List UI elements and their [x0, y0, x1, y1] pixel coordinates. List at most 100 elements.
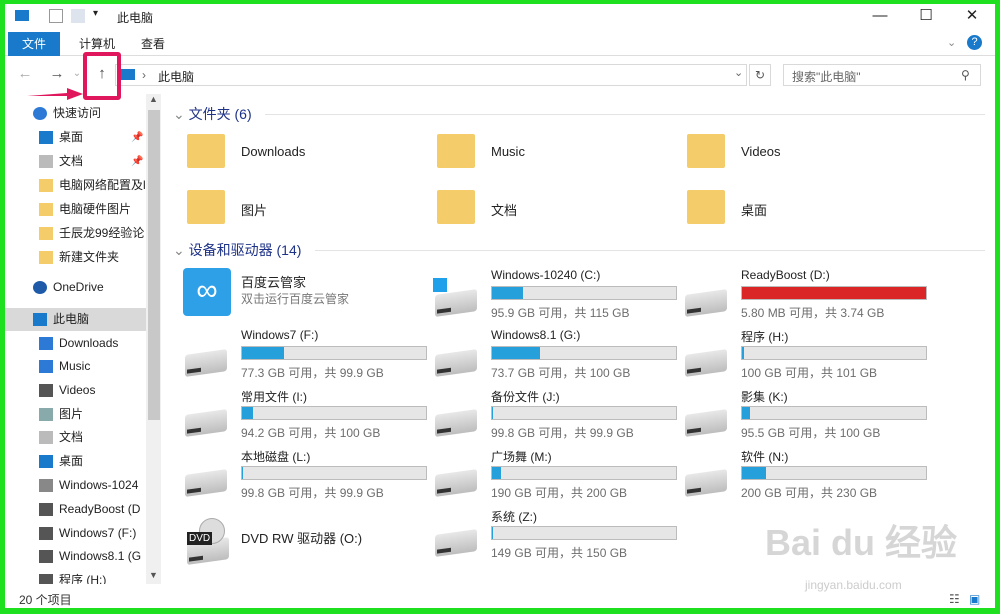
details-view-icon[interactable]: ☷: [949, 592, 960, 606]
customize-quick-access-icon[interactable]: ▾: [93, 8, 98, 19]
properties-icon[interactable]: [49, 9, 63, 23]
sidebar-item[interactable]: 文档 📌: [5, 150, 147, 173]
drive-usage-fill: [742, 467, 766, 479]
sidebar-scroll-thumb[interactable]: [148, 110, 160, 420]
hard-drive-icon: [185, 409, 227, 437]
recent-locations-button[interactable]: ⌄: [71, 64, 83, 84]
maximize-button[interactable]: ☐: [903, 4, 949, 30]
ribbon-tabs: 文件 计算机 查看 ⌄ ?: [5, 32, 995, 56]
sidebar-item[interactable]: ReadyBoost (D: [5, 498, 147, 521]
baidu-cloud-name: 百度云管家: [241, 275, 307, 290]
title-bar: ▾ 此电脑 — ☐ ✕: [5, 4, 995, 30]
computer-icon: [119, 69, 135, 80]
sidebar-item[interactable]: Videos: [5, 379, 147, 402]
tab-view[interactable]: 查看: [127, 32, 179, 56]
devices-group-header[interactable]: ⌄ 设备和驱动器 (14): [173, 240, 301, 260]
sidebar-item[interactable]: Downloads: [5, 332, 147, 355]
sidebar-item[interactable]: Windows7 (F:): [5, 522, 147, 545]
drive-name: 本地磁盘 (L:): [241, 450, 311, 464]
baidu-watermark: Bai du 经验: [765, 522, 958, 563]
sidebar-item-label: 文档: [59, 430, 84, 444]
drive-name: 广场舞 (M:): [491, 450, 552, 464]
search-icon: ⚲: [961, 68, 970, 82]
sidebar-item[interactable]: 壬辰龙99经验论: [5, 222, 147, 245]
sidebar-item[interactable]: 新建文件夹: [5, 246, 147, 269]
drive-usage-fill: [242, 347, 284, 359]
drive-name: Windows-10240 (C:): [491, 268, 601, 282]
hard-drive-icon: [435, 529, 477, 557]
hard-drive-icon: [685, 409, 727, 437]
folder-label: 图片: [241, 203, 268, 218]
drive-name: 软件 (N:): [741, 450, 789, 464]
hard-drive-icon: [685, 469, 727, 497]
sidebar-item[interactable]: 文档: [5, 426, 147, 449]
drive-space-info: 95.9 GB 可用，共 115 GB: [491, 306, 630, 320]
up-button-highlight: [83, 52, 121, 100]
hard-drive-icon: [435, 469, 477, 497]
computer-icon: [15, 10, 29, 21]
sidebar-item[interactable]: Windows8.1 (G: [5, 545, 147, 568]
document-folder-icon: [437, 190, 475, 224]
address-bar[interactable]: › 此电脑 ⌄: [115, 64, 747, 86]
close-button[interactable]: ✕: [949, 4, 995, 30]
sidebar-item[interactable]: 快速访问: [5, 102, 147, 125]
sidebar-item-label: 桌面: [59, 130, 84, 144]
sidebar-item[interactable]: OneDrive: [5, 276, 147, 299]
drive-space-info: 190 GB 可用，共 200 GB: [491, 486, 628, 500]
sidebar-item[interactable]: 程序 (H:): [5, 569, 147, 584]
file-explorer-window: ▾ 此电脑 — ☐ ✕ 文件 计算机 查看 ⌄ ? ← → ⌄ ↑ › 此电脑 …: [5, 4, 995, 608]
music-folder-icon: [437, 134, 475, 168]
drive-space-info: 100 GB 可用，共 101 GB: [741, 366, 878, 380]
new-folder-icon[interactable]: [71, 9, 85, 23]
back-button[interactable]: ←: [15, 64, 35, 84]
drive-usage-fill: [492, 527, 494, 539]
help-icon[interactable]: ?: [967, 35, 982, 50]
drive-space-info: 77.3 GB 可用，共 99.9 GB: [241, 366, 384, 380]
large-icons-view-icon[interactable]: ▣: [969, 592, 980, 606]
picture-folder-icon: [187, 190, 225, 224]
sidebar-item[interactable]: 电脑网络配置及l: [5, 174, 147, 197]
sidebar-item[interactable]: 图片: [5, 403, 147, 426]
sidebar-item[interactable]: 此电脑: [5, 308, 147, 331]
drive-icon: [39, 503, 53, 516]
sidebar-item-label: 电脑硬件图片: [59, 202, 132, 216]
pin-icon[interactable]: 📌: [131, 126, 143, 149]
expand-ribbon-icon[interactable]: ⌄: [947, 36, 956, 49]
forward-button[interactable]: →: [47, 64, 67, 84]
address-dropdown-icon[interactable]: ⌄: [734, 66, 743, 79]
folder-icon: [39, 179, 53, 192]
minimize-button[interactable]: —: [857, 4, 903, 30]
drive-name: 程序 (H:): [741, 330, 789, 344]
document-icon: [39, 431, 53, 444]
drive-name: 备份文件 (J:): [491, 390, 560, 404]
sidebar-item[interactable]: Music: [5, 355, 147, 378]
window-title: 此电脑: [117, 11, 154, 25]
drive-usage-fill: [492, 347, 541, 359]
search-input[interactable]: 搜索"此电脑": [783, 64, 981, 86]
drive-usage-fill: [242, 407, 253, 419]
desktop-icon: [39, 131, 53, 144]
hard-drive-icon: [435, 349, 477, 377]
drive-name: 影集 (K:): [741, 390, 788, 404]
drive-usage-bar: [741, 346, 927, 360]
drive-usage-bar: [741, 286, 927, 300]
sidebar-item[interactable]: Windows-1024: [5, 474, 147, 497]
drive-icon: [39, 527, 53, 540]
drive-usage-fill: [742, 347, 744, 359]
item-count: 20 个项目: [19, 593, 72, 607]
video-folder-icon: [687, 134, 725, 168]
folder-icon: [39, 227, 53, 240]
sidebar-item[interactable]: 桌面: [5, 450, 147, 473]
sidebar-item-label: 新建文件夹: [59, 250, 120, 264]
breadcrumb[interactable]: 此电脑: [158, 68, 194, 85]
hard-drive-icon: [435, 289, 477, 317]
folders-group-header[interactable]: ⌄ 文件夹 (6): [173, 104, 252, 124]
tab-file[interactable]: 文件: [8, 32, 61, 56]
sidebar-item[interactable]: 桌面 📌: [5, 126, 147, 149]
sidebar-item-label: OneDrive: [53, 280, 104, 294]
refresh-button[interactable]: ↻: [749, 64, 771, 86]
sidebar-item-label: 桌面: [59, 454, 84, 468]
breadcrumb-separator: ›: [142, 68, 146, 82]
pin-icon[interactable]: 📌: [131, 150, 143, 173]
sidebar-item[interactable]: 电脑硬件图片: [5, 198, 147, 221]
